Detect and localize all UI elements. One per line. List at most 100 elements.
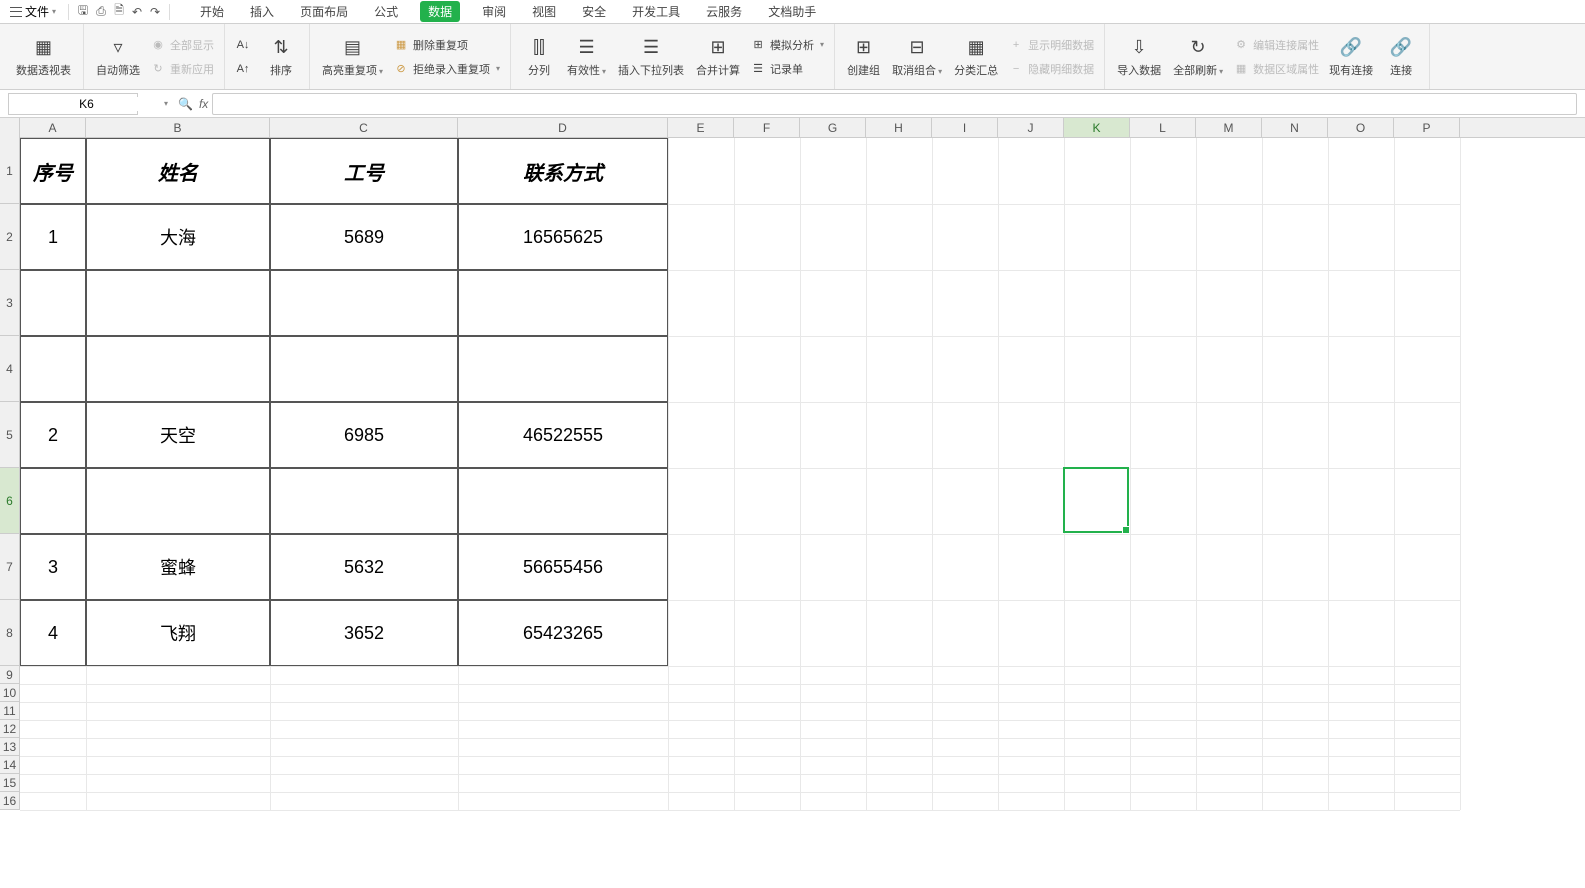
column-header[interactable]: I <box>932 118 998 137</box>
column-header[interactable]: C <box>270 118 458 137</box>
menu-tab[interactable]: 安全 <box>578 1 610 22</box>
table-header-cell[interactable]: 姓名 <box>86 138 270 204</box>
print-icon[interactable]: ⎙ <box>93 4 109 20</box>
row-header[interactable]: 4 <box>0 336 19 402</box>
menu-tab[interactable]: 公式 <box>370 1 402 22</box>
consolidate-button[interactable]: ⊞ 合并计算 <box>690 28 746 86</box>
menu-tab[interactable]: 云服务 <box>702 1 746 22</box>
column-header[interactable]: G <box>800 118 866 137</box>
row-header[interactable]: 2 <box>0 204 19 270</box>
table-cell[interactable]: 5689 <box>270 204 458 270</box>
row-header[interactable]: 12 <box>0 720 19 738</box>
select-all-corner[interactable] <box>0 118 20 138</box>
spreadsheet-grid[interactable]: ABCDEFGHIJKLMNOP 12345678910111213141516… <box>0 118 1585 888</box>
table-header-cell[interactable]: 联系方式 <box>458 138 668 204</box>
sort-desc-button[interactable]: A↑ <box>231 59 255 79</box>
table-cell[interactable]: 3 <box>20 534 86 600</box>
column-header[interactable]: F <box>734 118 800 137</box>
row-header[interactable]: 15 <box>0 774 19 792</box>
menu-tab[interactable]: 审阅 <box>478 1 510 22</box>
name-box[interactable]: ▾ <box>8 93 138 115</box>
table-cell[interactable]: 蜜蜂 <box>86 534 270 600</box>
column-header[interactable]: B <box>86 118 270 137</box>
row-header[interactable]: 9 <box>0 666 19 684</box>
column-header[interactable]: D <box>458 118 668 137</box>
sort-button[interactable]: ⇅ 排序 <box>259 28 303 86</box>
row-header[interactable]: 10 <box>0 684 19 702</box>
menu-tab[interactable]: 数据 <box>420 1 460 22</box>
record-button[interactable]: ☰ 记录单 <box>746 59 828 79</box>
table-cell[interactable]: 16565625 <box>458 204 668 270</box>
table-cell[interactable] <box>20 270 86 336</box>
table-cell[interactable]: 2 <box>20 402 86 468</box>
table-cell[interactable] <box>458 468 668 534</box>
table-cell[interactable] <box>270 336 458 402</box>
refresh-all-button[interactable]: ↻ 全部刷新▾ <box>1167 28 1229 86</box>
text-to-columns-button[interactable]: ⫿⫿ 分列 <box>517 28 561 86</box>
subtotal-button[interactable]: ▦ 分类汇总 <box>948 28 1004 86</box>
column-header[interactable]: J <box>998 118 1064 137</box>
column-header[interactable]: P <box>1394 118 1460 137</box>
row-header[interactable]: 13 <box>0 738 19 756</box>
table-cell[interactable]: 3652 <box>270 600 458 666</box>
existing-conn-button[interactable]: 🔗 现有连接 <box>1323 28 1379 86</box>
whatif-button[interactable]: ⊞ 模拟分析▾ <box>746 35 828 55</box>
table-cell[interactable] <box>20 336 86 402</box>
table-cell[interactable]: 56655456 <box>458 534 668 600</box>
column-header[interactable]: H <box>866 118 932 137</box>
cell-reference-input[interactable] <box>9 97 164 111</box>
table-cell[interactable]: 5632 <box>270 534 458 600</box>
row-header[interactable]: 8 <box>0 600 19 666</box>
table-cell[interactable]: 天空 <box>86 402 270 468</box>
column-header[interactable]: K <box>1064 118 1130 137</box>
table-cell[interactable]: 飞翔 <box>86 600 270 666</box>
table-cell[interactable]: 46522555 <box>458 402 668 468</box>
show-detail-button[interactable]: + 显示明细数据 <box>1004 35 1098 55</box>
table-cell[interactable]: 65423265 <box>458 600 668 666</box>
table-cell[interactable] <box>86 270 270 336</box>
undo-icon[interactable]: ↶ <box>129 4 145 20</box>
column-header[interactable]: M <box>1196 118 1262 137</box>
redo-icon[interactable]: ↷ <box>147 4 163 20</box>
connections-button[interactable]: 🔗 连接 <box>1379 28 1423 86</box>
hide-detail-button[interactable]: − 隐藏明细数据 <box>1004 59 1098 79</box>
table-header-cell[interactable]: 工号 <box>270 138 458 204</box>
column-header[interactable]: A <box>20 118 86 137</box>
table-cell[interactable]: 4 <box>20 600 86 666</box>
table-cell[interactable]: 6985 <box>270 402 458 468</box>
file-menu[interactable]: 文件 ▾ <box>4 1 62 22</box>
row-header[interactable]: 7 <box>0 534 19 600</box>
menu-tab[interactable]: 开发工具 <box>628 1 684 22</box>
menu-tab[interactable]: 页面布局 <box>296 1 352 22</box>
zoom-icon[interactable]: 🔍 <box>178 97 193 111</box>
show-all-button[interactable]: ◉ 全部显示 <box>146 35 218 55</box>
row-header[interactable]: 16 <box>0 792 19 810</box>
ungroup-button[interactable]: ⊟ 取消组合▾ <box>886 28 948 86</box>
menu-tab[interactable]: 文档助手 <box>764 1 820 22</box>
column-header[interactable]: N <box>1262 118 1328 137</box>
highlight-dup-button[interactable]: ▤ 高亮重复项▾ <box>316 28 389 86</box>
table-cell[interactable]: 大海 <box>86 204 270 270</box>
table-cell[interactable]: 1 <box>20 204 86 270</box>
table-cell[interactable] <box>20 468 86 534</box>
menu-tab[interactable]: 视图 <box>528 1 560 22</box>
formula-input[interactable] <box>212 93 1577 115</box>
validation-button[interactable]: ☰ 有效性▾ <box>561 28 612 86</box>
column-header[interactable]: E <box>668 118 734 137</box>
reapply-button[interactable]: ↻ 重新应用 <box>146 59 218 79</box>
cells-area[interactable]: 序号姓名工号联系方式1大海5689165656252天空698546522555… <box>20 138 1460 810</box>
column-header[interactable]: L <box>1130 118 1196 137</box>
fx-icon[interactable]: fx <box>199 97 208 111</box>
row-header[interactable]: 11 <box>0 702 19 720</box>
row-header[interactable]: 1 <box>0 138 19 204</box>
print-preview-icon[interactable]: 🗎 <box>111 4 127 20</box>
reject-dup-button[interactable]: ⊘ 拒绝录入重复项▾ <box>389 59 504 79</box>
table-cell[interactable] <box>270 270 458 336</box>
edit-conn-button[interactable]: ⚙ 编辑连接属性 <box>1229 35 1323 55</box>
row-header[interactable]: 3 <box>0 270 19 336</box>
row-header[interactable]: 6 <box>0 468 19 534</box>
table-cell[interactable] <box>458 336 668 402</box>
table-cell[interactable] <box>458 270 668 336</box>
row-header[interactable]: 5 <box>0 402 19 468</box>
data-range-button[interactable]: ▦ 数据区域属性 <box>1229 59 1323 79</box>
